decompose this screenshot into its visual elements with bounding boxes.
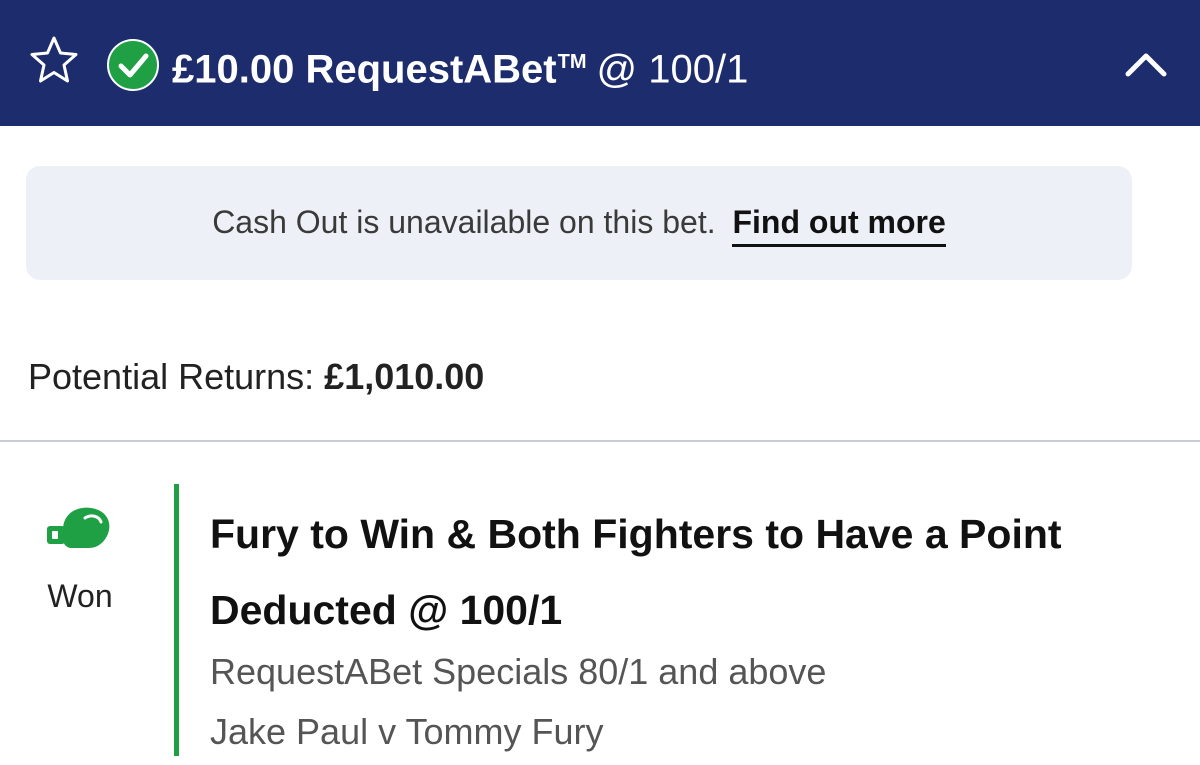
selection-status: Won [30, 500, 130, 616]
cashout-message-row: Cash Out is unavailable on this bet. Fin… [26, 202, 1132, 247]
chevron-up-icon[interactable] [1120, 44, 1172, 84]
divider [0, 440, 1200, 442]
selection-title: Fury to Win & Both Fighters to Have a Po… [210, 511, 1062, 633]
potential-returns: Potential Returns: £1,010.00 [28, 356, 484, 398]
potential-returns-value: £1,010.00 [324, 356, 485, 397]
status-label: Won [47, 578, 113, 614]
check-icon [107, 39, 159, 91]
trademark-mark: TM [557, 51, 587, 73]
status-bar [174, 484, 179, 756]
cashout-message: Cash Out is unavailable on this bet. [212, 204, 716, 240]
bet-type: RequestABet [305, 47, 557, 92]
boxing-glove-icon [47, 507, 110, 548]
bet-header-title: £10.00 RequestABetTM @ 100/1 [172, 38, 748, 93]
selection-details: Fury to Win & Both Fighters to Have a Po… [210, 496, 1180, 754]
cashout-banner: Cash Out is unavailable on this bet. Fin… [26, 166, 1132, 280]
find-out-more-link[interactable]: Find out more [732, 204, 946, 247]
bet-header[interactable]: £10.00 RequestABetTM @ 100/1 [0, 0, 1200, 126]
bet-odds: @ 100/1 [596, 47, 749, 92]
star-icon[interactable] [26, 35, 82, 85]
potential-returns-label: Potential Returns: [28, 356, 315, 397]
event-name: Jake Paul v Tommy Fury [210, 711, 604, 752]
market-name: RequestABet Specials 80/1 and above [210, 651, 827, 692]
bet-stake: £10.00 [172, 47, 295, 92]
